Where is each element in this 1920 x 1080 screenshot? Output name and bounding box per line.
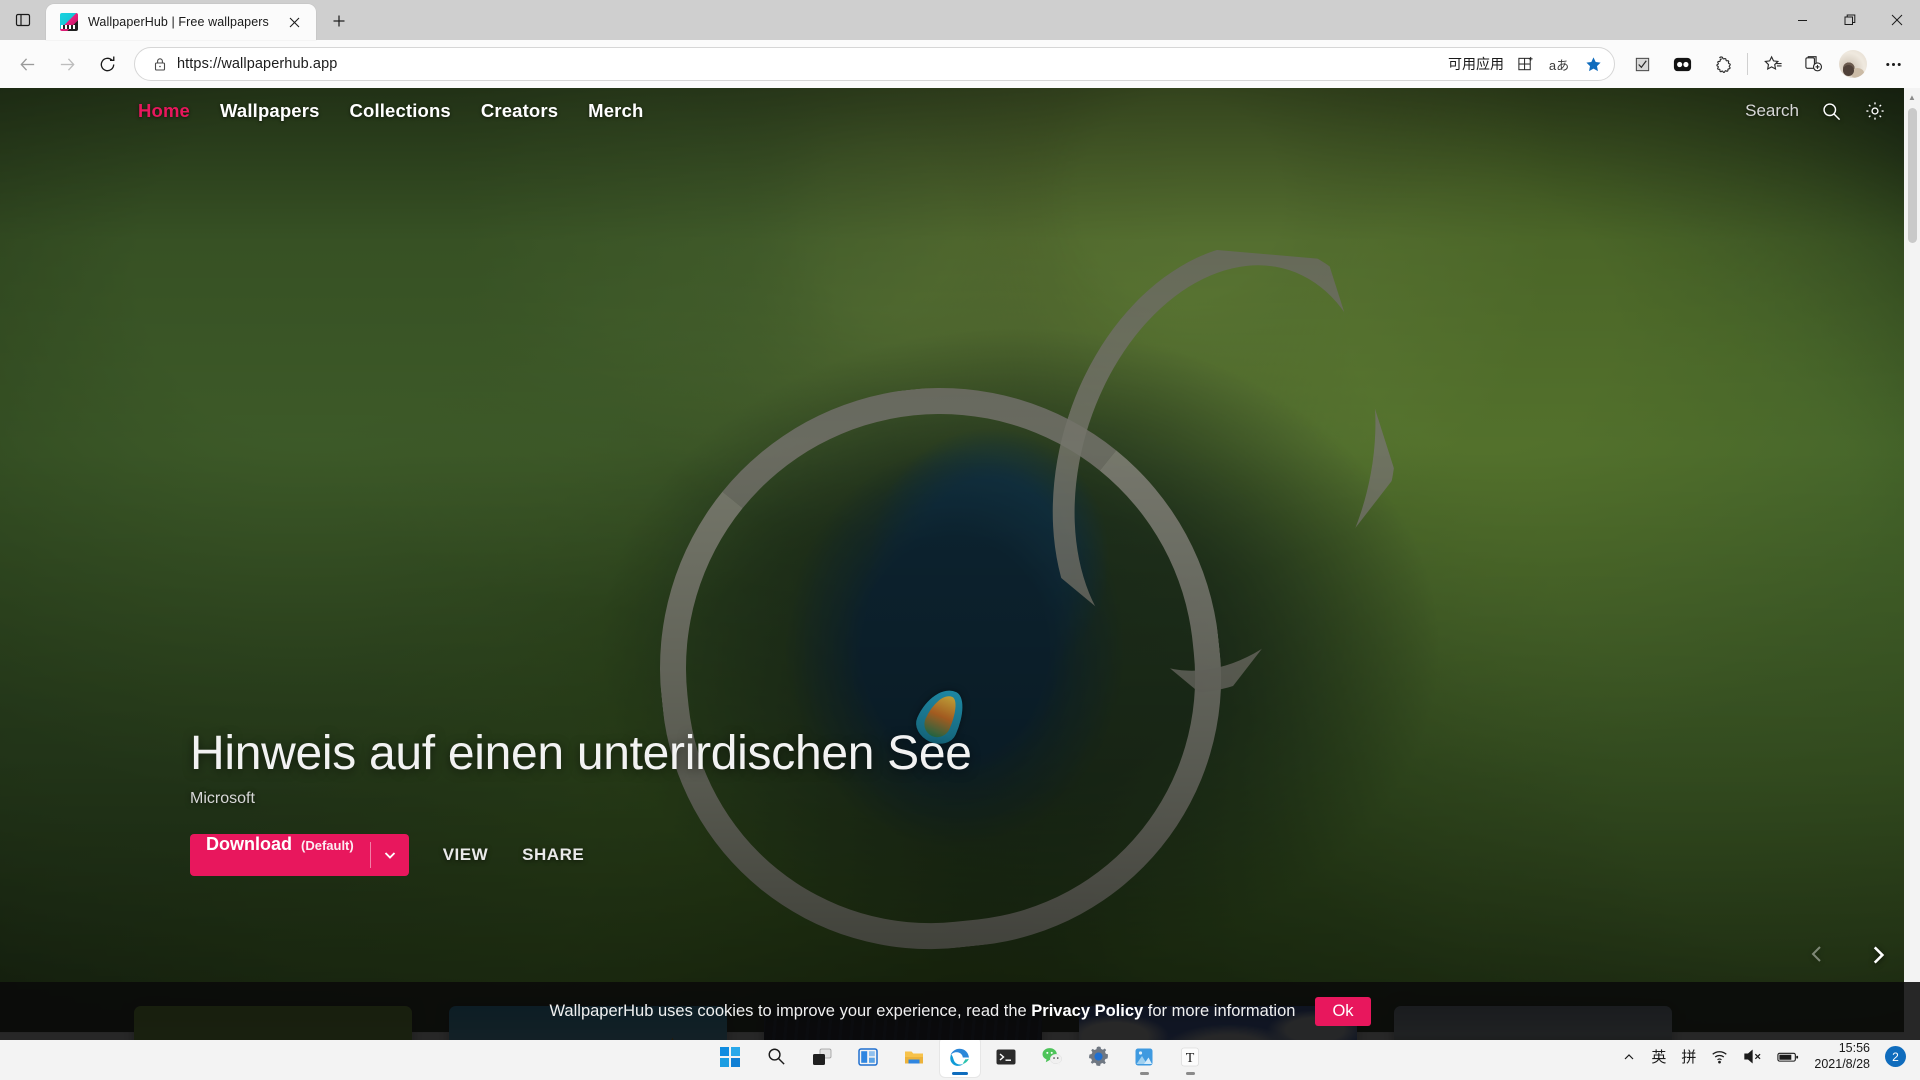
address-bar[interactable]: https://wallpaperhub.app 可用应用 aあ	[134, 47, 1615, 81]
download-button[interactable]: Download (Default)	[190, 833, 409, 876]
page-title: Hinweis auf einen unterirdischen See	[190, 727, 972, 780]
favorites-icon[interactable]	[1754, 47, 1792, 81]
hero-scrim	[0, 88, 1920, 1040]
svg-text:T: T	[1186, 1051, 1195, 1066]
carousel-arrows	[1806, 943, 1890, 972]
terminal-icon[interactable]	[986, 1037, 1026, 1077]
nav-link-wallpapers[interactable]: Wallpapers	[220, 100, 320, 122]
nav-link-collections[interactable]: Collections	[350, 100, 451, 122]
avatar	[1839, 50, 1867, 78]
privacy-policy-link[interactable]: Privacy Policy	[1031, 1002, 1143, 1020]
search-taskbar-icon[interactable]	[756, 1037, 796, 1077]
page-scrollbar[interactable]: ▲	[1904, 88, 1920, 1040]
install-app-icon[interactable]	[1510, 50, 1540, 78]
tab-list-icon[interactable]	[0, 0, 46, 40]
collections-icon[interactable]	[1794, 47, 1832, 81]
nav-link-creators[interactable]: Creators	[481, 100, 558, 122]
notification-badge[interactable]: 2	[1885, 1046, 1906, 1067]
star-filled-icon[interactable]	[1578, 50, 1608, 78]
download-main[interactable]: Download (Default)	[190, 834, 370, 876]
cookie-text-after: for more information	[1143, 1001, 1296, 1020]
extension-dark-icon[interactable]	[1663, 47, 1701, 81]
cookie-ok-button[interactable]: Ok	[1315, 996, 1371, 1026]
settings-icon[interactable]	[1078, 1037, 1118, 1077]
running-indicator	[1139, 1071, 1149, 1075]
widgets-icon[interactable]	[848, 1037, 888, 1077]
wifi-icon[interactable]	[1711, 1048, 1728, 1065]
task-view-icon[interactable]	[802, 1037, 842, 1077]
gear-icon[interactable]	[1864, 100, 1886, 122]
minimize-icon[interactable]	[1779, 0, 1826, 40]
wechat-icon[interactable]	[1032, 1037, 1072, 1077]
ime-language-indicator[interactable]: 英	[1651, 1046, 1666, 1067]
restore-icon[interactable]	[1826, 0, 1873, 40]
search-input[interactable]: Search	[1745, 101, 1799, 121]
profile-avatar[interactable]	[1834, 47, 1872, 81]
nav-right-actions: Search	[1745, 100, 1886, 122]
translate-icon[interactable]: aあ	[1544, 50, 1574, 78]
view-button[interactable]: VIEW	[443, 845, 488, 865]
available-apps-label[interactable]: 可用应用	[1448, 54, 1506, 74]
browser-toolbar: https://wallpaperhub.app 可用应用 aあ	[0, 40, 1920, 88]
site-security-lock-icon[interactable]	[149, 57, 171, 71]
battery-icon[interactable]	[1777, 1050, 1799, 1064]
file-explorer-icon[interactable]	[894, 1037, 934, 1077]
running-indicator	[1185, 1071, 1195, 1075]
forward-arrow-icon[interactable]	[48, 47, 86, 81]
title-bar: WallpaperHub | Free wallpapers	[0, 0, 1920, 40]
download-label: Download	[206, 833, 292, 854]
nav-link-merch[interactable]: Merch	[588, 100, 643, 122]
wallpaperhub-favicon	[60, 13, 78, 31]
system-tray: 英 拼 15:56 2021/8/28 2	[1622, 1041, 1906, 1072]
volume-muted-icon[interactable]	[1743, 1048, 1762, 1065]
cookie-text-before: WallpaperHub uses cookies to improve you…	[549, 1001, 1032, 1020]
toolbar-divider	[1747, 53, 1748, 75]
close-icon[interactable]	[282, 10, 306, 34]
omnibox-actions: 可用应用 aあ	[1448, 50, 1608, 78]
clock[interactable]: 15:56 2021/8/28	[1814, 1041, 1870, 1072]
chevron-left-icon[interactable]	[1806, 943, 1828, 972]
start-button[interactable]	[710, 1037, 750, 1077]
window-controls	[1779, 0, 1920, 40]
hero-actions: Download (Default) VIEW SHARE	[190, 833, 972, 876]
cookie-banner: WallpaperHub uses cookies to improve you…	[0, 982, 1920, 1040]
cookie-banner-text: WallpaperHub uses cookies to improve you…	[549, 1002, 1295, 1021]
clock-time: 15:56	[1838, 1041, 1870, 1056]
back-arrow-icon[interactable]	[8, 47, 46, 81]
clock-date: 2021/8/28	[1814, 1056, 1870, 1071]
browser-tab[interactable]: WallpaperHub | Free wallpapers	[46, 4, 316, 40]
url-text: https://wallpaperhub.app	[177, 56, 338, 72]
close-icon[interactable]	[1873, 0, 1920, 40]
browser-window: WallpaperHub | Free wallpapers https://w…	[0, 0, 1920, 1080]
immersive-reader-icon[interactable]	[1623, 47, 1661, 81]
settings-more-icon[interactable]	[1874, 47, 1912, 81]
chevron-right-icon[interactable]	[1866, 943, 1890, 972]
chevron-up-icon[interactable]	[1622, 1050, 1636, 1064]
nav-link-home[interactable]: Home	[138, 100, 190, 122]
photos-icon[interactable]	[1124, 1037, 1164, 1077]
scrollbar-thumb[interactable]	[1907, 108, 1917, 243]
taskbar-apps: T	[710, 1036, 1210, 1077]
site-navigation: Home Wallpapers Collections Creators Mer…	[0, 88, 1920, 134]
share-button[interactable]: SHARE	[522, 845, 584, 865]
search-icon[interactable]	[1821, 101, 1842, 122]
edge-browser-icon[interactable]	[940, 1036, 980, 1077]
extensions-puzzle-icon[interactable]	[1703, 47, 1741, 81]
new-tab-button[interactable]	[322, 4, 356, 38]
tab-title: WallpaperHub | Free wallpapers	[88, 15, 269, 29]
chevron-down-icon[interactable]	[371, 834, 409, 876]
text-editor-icon[interactable]: T	[1170, 1037, 1210, 1077]
scroll-up-arrow[interactable]: ▲	[1908, 88, 1916, 106]
refresh-icon[interactable]	[88, 47, 126, 81]
wallpaper-author: Microsoft	[190, 789, 255, 807]
download-default-label: (Default)	[301, 837, 354, 853]
page-viewport: Home Wallpapers Collections Creators Mer…	[0, 88, 1920, 1040]
nav-links: Home Wallpapers Collections Creators Mer…	[138, 100, 643, 122]
ime-mode-indicator[interactable]: 拼	[1681, 1046, 1696, 1067]
hero-content: Hinweis auf einen unterirdischen See Mic…	[190, 727, 972, 876]
active-indicator	[952, 1071, 968, 1075]
